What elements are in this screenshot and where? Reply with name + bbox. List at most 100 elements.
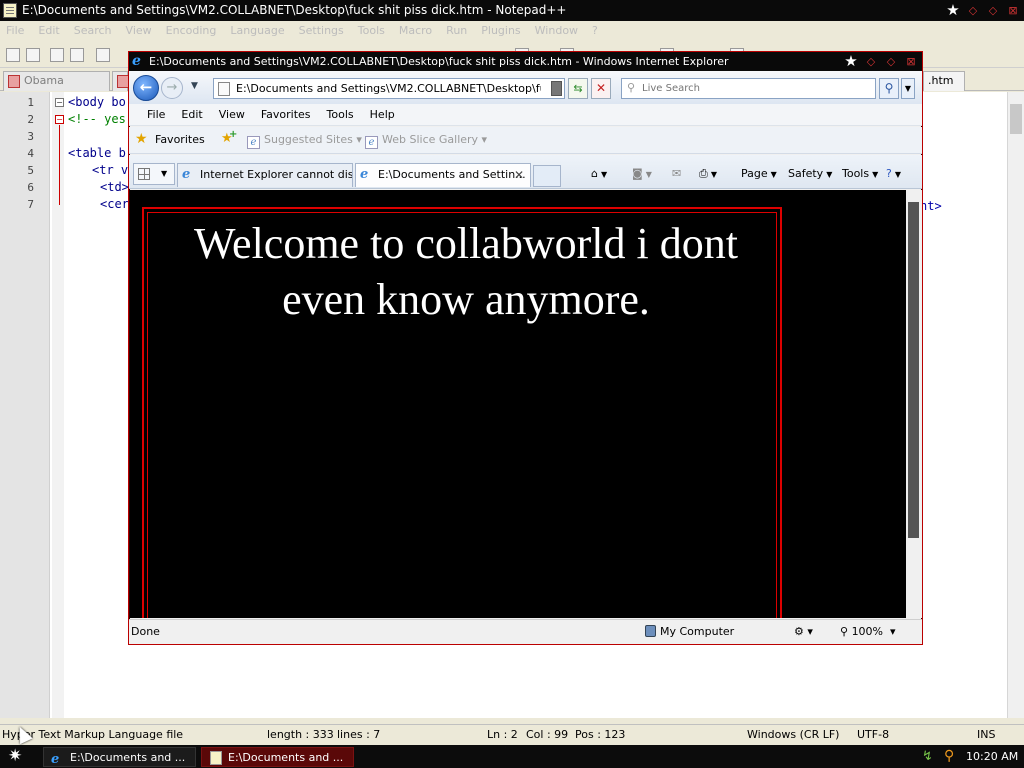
feeds-icon[interactable]: ◙ ▼ — [632, 167, 652, 180]
star-icon[interactable]: ★ — [944, 1, 962, 19]
system-clock[interactable]: 10:20 AM — [966, 745, 1018, 768]
line-number: 5 — [27, 164, 34, 177]
line-number: 4 — [27, 147, 34, 160]
menu-language[interactable]: Language — [230, 21, 284, 40]
menu-view[interactable]: View — [211, 104, 253, 125]
save-all-icon[interactable] — [70, 48, 84, 62]
tab-list-dropdown[interactable]: ▼ — [161, 169, 167, 178]
fold-line — [59, 125, 60, 205]
ie-title-bar[interactable]: e E:\Documents and Settings\VM2.COLLABNE… — [129, 52, 922, 71]
page-menu-button[interactable]: Page ▼ — [741, 167, 777, 180]
close-file-icon[interactable] — [96, 48, 110, 62]
address-text[interactable]: E:\Documents and Settings\VM2.COLLABNET\… — [236, 79, 541, 98]
tab-current-document[interactable]: e E:\Documents and Settin... ✕ — [355, 163, 531, 187]
status-line: Ln : 2 — [487, 728, 518, 741]
refresh-button[interactable]: ⇆ — [568, 78, 588, 99]
ie-logo-icon: e — [51, 752, 60, 767]
menu-view[interactable]: View — [126, 21, 152, 40]
ie-page-icon: e — [247, 136, 260, 149]
taskbar-notepadpp-button[interactable]: E:\Documents and ... — [201, 747, 354, 767]
code-line: <cer — [100, 197, 129, 211]
tab-partial[interactable] — [112, 71, 129, 91]
search-input[interactable] — [642, 81, 872, 96]
network-tray-icon[interactable]: ↯ — [922, 749, 933, 764]
notepadpp-title-bar[interactable]: E:\Documents and Settings\VM2.COLLABNET\… — [0, 0, 1024, 21]
ie-status-bar: Done My Computer ⚙ ▾ ⚲ 100% ▾ — [129, 619, 922, 644]
star-icon[interactable]: ★ — [842, 52, 860, 70]
status-encoding: UTF-8 — [857, 728, 890, 741]
menu-edit[interactable]: Edit — [173, 104, 210, 125]
code-line: <table b — [68, 146, 126, 160]
tab-label: Internet Explorer cannot dis... — [200, 168, 353, 181]
web-page-content[interactable]: Welcome to collabworld i dont even know … — [130, 190, 906, 618]
status-eol: Windows (CR LF) — [747, 728, 840, 741]
home-icon[interactable]: ⌂ ▼ — [591, 167, 607, 180]
maximize-button[interactable]: ◇ — [882, 53, 900, 69]
menu-tools[interactable]: Tools — [319, 104, 362, 125]
scroll-thumb[interactable] — [908, 202, 919, 538]
start-button[interactable]: ✷ — [8, 747, 22, 765]
tab-label: .htm — [928, 74, 954, 87]
print-icon[interactable]: ⎙ ▼ — [699, 167, 717, 181]
back-button[interactable]: ← — [133, 75, 159, 101]
search-options-dropdown[interactable]: ▼ — [901, 78, 915, 99]
zoom-control[interactable]: ⚲ 100% ▾ — [840, 620, 896, 644]
new-file-icon[interactable] — [6, 48, 20, 62]
open-file-icon[interactable] — [26, 48, 40, 62]
web-slice-gallery-link[interactable]: e Web Slice Gallery ▾ — [365, 133, 487, 149]
tab-current-htm[interactable]: .htm✕ — [923, 71, 965, 105]
search-box[interactable]: ⚲ — [621, 78, 876, 99]
add-to-favorites-icon[interactable]: ★ — [221, 129, 237, 146]
menu-encoding[interactable]: Encoding — [166, 21, 217, 40]
quick-tabs-button[interactable]: ▼ — [133, 163, 175, 185]
minimize-button[interactable]: ◇ — [862, 53, 880, 69]
close-button[interactable]: ⊠ — [1004, 2, 1022, 18]
favorites-button[interactable]: Favorites — [155, 133, 205, 146]
menu-run[interactable]: Run — [446, 21, 467, 40]
safety-menu-label: Safety — [788, 167, 824, 180]
fold-toggle-icon[interactable]: − — [55, 98, 64, 107]
menu-search[interactable]: Search — [74, 21, 112, 40]
minimize-button[interactable]: ◇ — [964, 2, 982, 18]
protected-mode-icon[interactable]: ⚙ ▾ — [794, 620, 813, 644]
menu-file[interactable]: File — [139, 104, 173, 125]
tab-ie-cannot-display[interactable]: e Internet Explorer cannot dis... — [177, 163, 353, 187]
menu-help[interactable]: ? — [592, 21, 598, 40]
close-button[interactable]: ⊠ — [902, 53, 920, 69]
address-dropdown[interactable] — [551, 81, 562, 96]
maximize-button[interactable]: ◇ — [984, 2, 1002, 18]
tools-menu-button[interactable]: Tools ▼ — [842, 167, 878, 180]
computer-icon — [645, 625, 656, 637]
line-number: 3 — [27, 130, 34, 143]
menu-window[interactable]: Window — [535, 21, 578, 40]
menu-tools[interactable]: Tools — [358, 21, 385, 40]
new-tab-button[interactable] — [533, 165, 561, 187]
suggested-sites-link[interactable]: e Suggested Sites ▾ — [247, 133, 362, 149]
menu-plugins[interactable]: Plugins — [481, 21, 520, 40]
mail-icon[interactable]: ✉ — [672, 167, 681, 180]
safety-menu-button[interactable]: Safety ▼ — [788, 167, 832, 180]
save-icon[interactable] — [50, 48, 64, 62]
menu-settings[interactable]: Settings — [299, 21, 344, 40]
tab-obama-theme[interactable]: Obama Theme ✕ — [3, 71, 110, 105]
notepadpp-vertical-scrollbar[interactable] — [1007, 92, 1024, 718]
scroll-thumb[interactable] — [1010, 104, 1022, 134]
search-icon[interactable]: ⚲ — [879, 78, 899, 99]
fold-toggle-icon[interactable]: − — [55, 115, 64, 124]
ie-vertical-scrollbar[interactable] — [906, 190, 922, 618]
search-tray-icon[interactable]: ⚲ — [944, 748, 954, 764]
notepad-app-icon — [3, 3, 17, 18]
taskbar-ie-button[interactable]: e E:\Documents and ... — [43, 747, 196, 767]
recent-pages-dropdown[interactable]: ▼ — [191, 81, 198, 91]
menu-macro[interactable]: Macro — [399, 21, 432, 40]
menu-file[interactable]: File — [6, 21, 24, 40]
stop-button[interactable]: ✕ — [591, 78, 611, 99]
quick-tabs-icon — [138, 168, 150, 180]
menu-help[interactable]: Help — [362, 104, 403, 125]
forward-button[interactable]: → — [161, 77, 183, 99]
address-bar[interactable]: E:\Documents and Settings\VM2.COLLABNET\… — [213, 78, 565, 99]
menu-edit[interactable]: Edit — [38, 21, 59, 40]
menu-favorites[interactable]: Favorites — [253, 104, 319, 125]
help-icon[interactable]: ? ▼ — [886, 167, 901, 180]
close-tab-icon[interactable]: ✕ — [514, 164, 524, 186]
